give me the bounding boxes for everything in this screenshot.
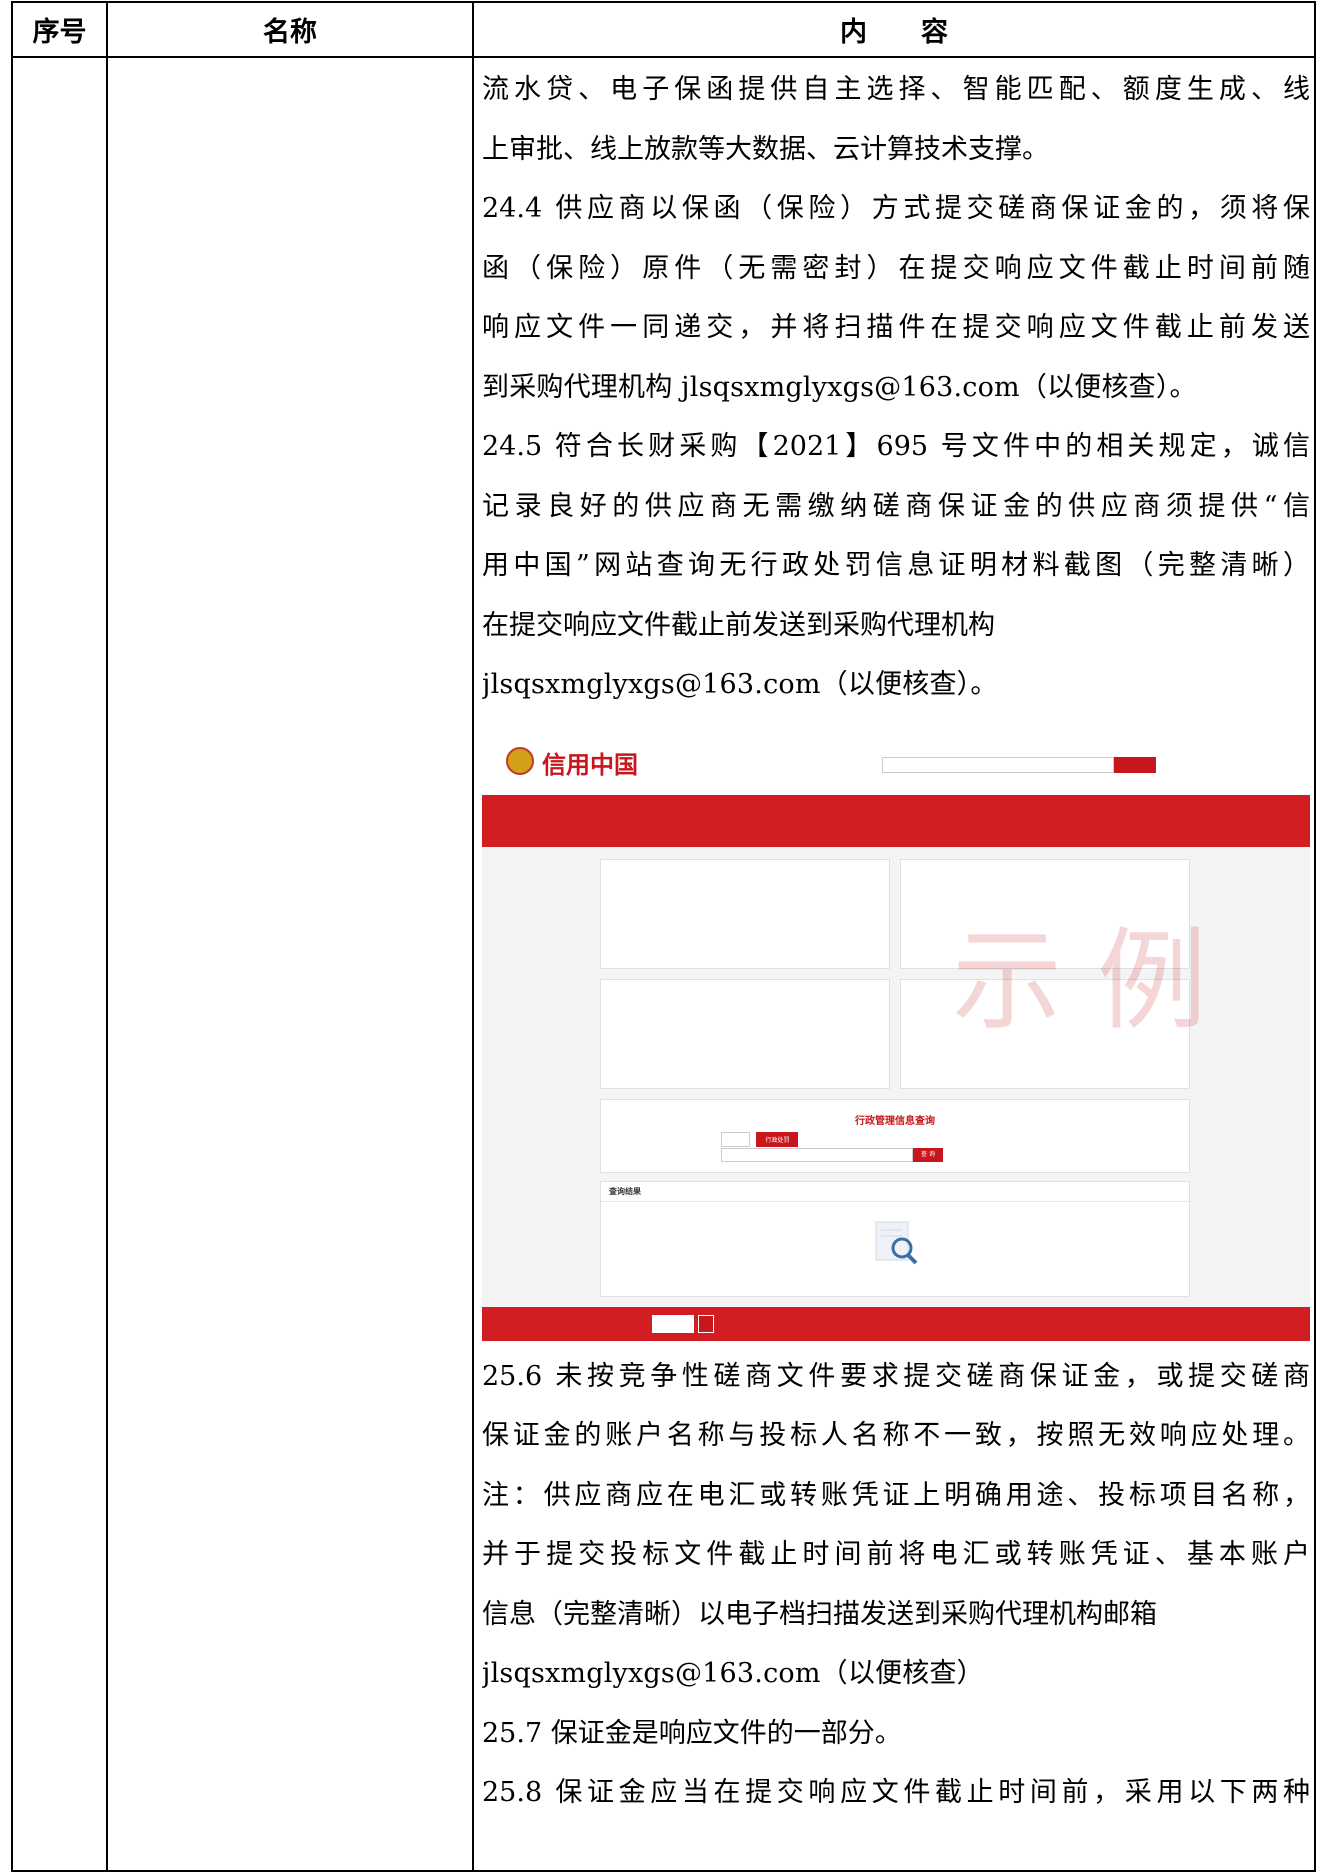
content-lines-before: 流水贷、电子保函提供自主选择、智能匹配、额度生成、线 上审批、线上放款等大数据、… (482, 60, 1310, 715)
text-line: 流水贷、电子保函提供自主选择、智能匹配、额度生成、线 (482, 74, 1310, 105)
screenshot-footer (482, 1306, 1310, 1341)
text-line: 上审批、线上放款等大数据、云计算技术支撑。 (482, 133, 1049, 165)
header-index: 序号 (11, 1, 108, 58)
text-line: 24.4 供应商以保函（保险）方式提交磋商保证金的，须将保 (482, 193, 1310, 224)
query-tabs: 行政处罚 (721, 1131, 799, 1147)
query-button: 查 询 (913, 1147, 943, 1162)
query-tab (721, 1131, 751, 1147)
text-line: 用中国”网站查询无行政处罚信息证明材料截图（完整清晰） (482, 550, 1310, 581)
text-line: 24.5 符合长财采购【2021】695 号文件中的相关规定，诚信 (482, 431, 1310, 462)
text-line: 保证金的账户名称与投标人名称不一致，按照无效响应处理。 (482, 1420, 1310, 1451)
content-lines-after: 25.6 未按竞争性磋商文件要求提交磋商保证金，或提交磋商 保证金的账户名称与投… (482, 1347, 1310, 1823)
footer-emblem-icon (698, 1314, 714, 1333)
requirements-table: 序号 名称 内 容 流水贷、电子保函提供自主选择、智能匹配、额度生成、线 上审批… (11, 1, 1316, 1872)
screenshot-header: 信用中国 (482, 738, 1310, 795)
text-line: 在提交响应文件截止前发送到采购代理机构 (482, 609, 995, 641)
news-panel-right (900, 858, 1190, 969)
query-input (721, 1147, 913, 1162)
screenshot-nav (482, 794, 1310, 847)
text-line: jlsqsxmglyxgs@163.com（以便核查）。 (482, 669, 998, 700)
text-line: 并于提交投标文件截止时间前将电汇或转账凭证、基本账户 (482, 1539, 1310, 1570)
query-panel: 行政管理信息查询 行政处罚 查 询 (600, 1098, 1190, 1173)
content-row: 流水贷、电子保函提供自主选择、智能匹配、额度生成、线 上审批、线上放款等大数据、… (11, 56, 1316, 1872)
screenshot-search-box (882, 756, 1114, 773)
text-line: 信息（完整清晰）以电子档扫描发送到采购代理机构邮箱 (482, 1598, 1157, 1630)
license-panel (600, 978, 890, 1089)
name-cell (106, 56, 474, 1872)
penalty-panel (900, 978, 1190, 1089)
query-tab-active: 行政处罚 (756, 1131, 799, 1147)
header-name: 名称 (106, 1, 474, 58)
results-title: 查询结果 (601, 1182, 1189, 1202)
footer-badge (652, 1314, 694, 1333)
text-line: 到采购代理机构 jlsqsxmglyxgs@163.com（以便核查）。 (482, 371, 1197, 403)
text-line: 25.8 保证金应当在提交响应文件截止时间前，采用以下两种 (482, 1777, 1310, 1808)
query-title: 行政管理信息查询 (855, 1115, 935, 1127)
magnifier-icon (875, 1221, 918, 1264)
text-line: 函（保险）原件（无需密封）在提交响应文件截止时间前随 (482, 252, 1310, 284)
text-line: 注：供应商应在电汇或转账凭证上明确用途、投标项目名称， (482, 1479, 1310, 1511)
credit-china-screenshot: 信用中国 行政管理信息查询 行政处罚 查 询 查询结果 (482, 720, 1310, 1341)
index-cell (11, 56, 108, 1872)
content-cell: 流水贷、电子保函提供自主选择、智能匹配、额度生成、线 上审批、线上放款等大数据、… (472, 56, 1316, 1872)
news-panel-left (600, 858, 890, 969)
text-line: 25.6 未按竞争性磋商文件要求提交磋商保证金，或提交磋商 (482, 1360, 1310, 1392)
screenshot-search-button (1114, 756, 1156, 773)
site-logo: 信用中国 (542, 750, 638, 779)
text-line: 记录良好的供应商无需缴纳磋商保证金的供应商须提供“信 (482, 490, 1310, 522)
results-panel: 查询结果 (600, 1180, 1190, 1297)
text-line: jlsqsxmglyxgs@163.com（以便核查） (482, 1658, 984, 1689)
national-emblem-icon (506, 746, 534, 775)
header-content: 内 容 (472, 1, 1316, 58)
screenshot-topbar (482, 720, 1310, 739)
text-line: 响应文件一同递交，并将扫描件在提交响应文件截止前发送 (482, 312, 1310, 343)
header-row: 序号 名称 内 容 (11, 1, 1316, 58)
text-line: 25.7 保证金是响应文件的一部分。 (482, 1717, 902, 1749)
